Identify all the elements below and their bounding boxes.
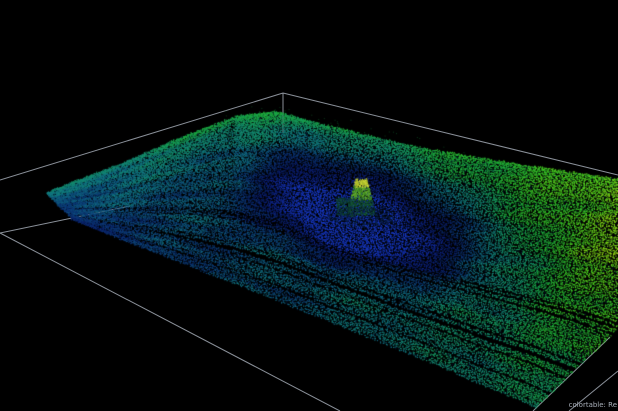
sonar-viewer-window: colortable: Re: [0, 0, 618, 411]
colortable-label: colortable: Re: [569, 401, 617, 409]
point-cloud-canvas[interactable]: [0, 0, 618, 411]
